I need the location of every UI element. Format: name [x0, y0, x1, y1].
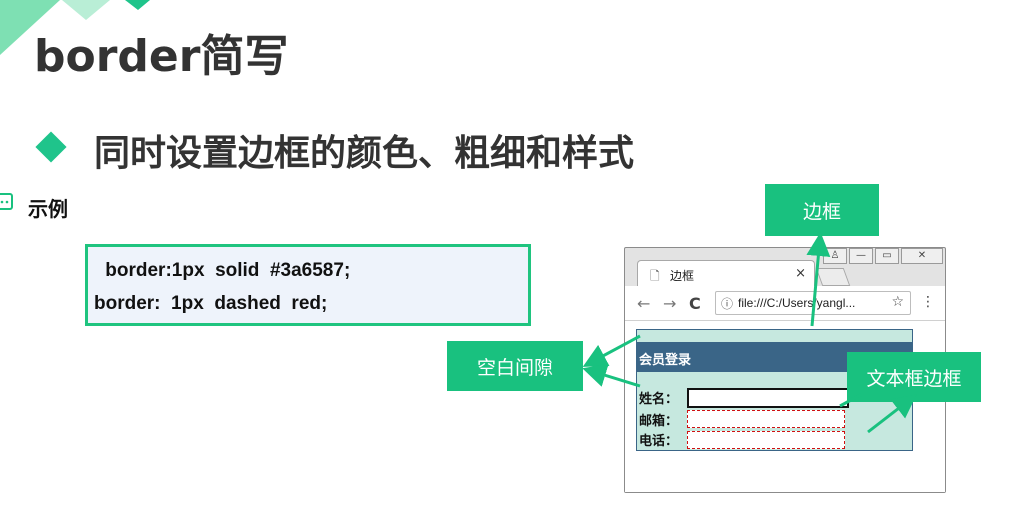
tab-close-icon[interactable]: ×: [795, 266, 806, 281]
example-label: 示例: [28, 197, 68, 221]
document-icon: 🗋: [650, 269, 660, 283]
url-text: file:///C:/Users/yangl...: [738, 296, 856, 310]
close-window-button[interactable]: ✕: [901, 248, 943, 264]
maximize-button[interactable]: ▭: [875, 248, 899, 264]
code-line-2: border: 1px dashed red;: [94, 293, 328, 314]
forward-arrow-icon[interactable]: →: [663, 294, 676, 313]
callout-textbox-border: 文本框边框: [847, 352, 981, 402]
callout-border: 边框: [765, 184, 879, 236]
tab-title: 边框: [670, 269, 695, 283]
new-tab-button[interactable]: [815, 268, 851, 286]
back-arrow-icon[interactable]: ←: [637, 294, 650, 313]
callout-padding: 空白间隙: [447, 341, 583, 391]
reload-icon[interactable]: C: [689, 294, 701, 313]
page-content: 会员登录 姓名： 邮箱： 电话：: [625, 321, 945, 492]
window-controls: ♙ — ▭ ✕: [821, 248, 943, 264]
phone-input[interactable]: [687, 431, 845, 449]
phone-label: 电话：: [639, 434, 679, 449]
slide-subtitle: 同时设置边框的颜色、粗细和样式: [94, 133, 635, 174]
browser-toolbar: ← → C ⓘ file:///C:/Users/yangl... ☆ ⋮: [625, 286, 945, 321]
bookmark-star-icon[interactable]: ☆: [891, 294, 904, 310]
example-icon: [0, 193, 13, 210]
name-label: 姓名：: [639, 392, 679, 407]
minimize-button[interactable]: —: [849, 248, 873, 264]
email-input[interactable]: [687, 410, 845, 428]
code-box: border:1px solid #3a6587; border: 1px da…: [85, 244, 531, 326]
code-line-1: border:1px solid #3a6587;: [100, 260, 351, 281]
email-label: 邮箱：: [639, 414, 679, 429]
diamond-bullet-icon: [35, 131, 67, 163]
info-icon[interactable]: ⓘ: [721, 295, 733, 312]
user-icon[interactable]: ♙: [823, 248, 847, 264]
slide-title: border简写: [34, 31, 289, 82]
address-bar[interactable]: ⓘ file:///C:/Users/yangl... ☆: [715, 291, 911, 315]
form-title: 会员登录: [639, 353, 692, 368]
name-input[interactable]: [687, 388, 849, 408]
menu-icon[interactable]: ⋮: [921, 294, 935, 310]
browser-tab[interactable]: 🗋 边框 ×: [637, 260, 815, 287]
